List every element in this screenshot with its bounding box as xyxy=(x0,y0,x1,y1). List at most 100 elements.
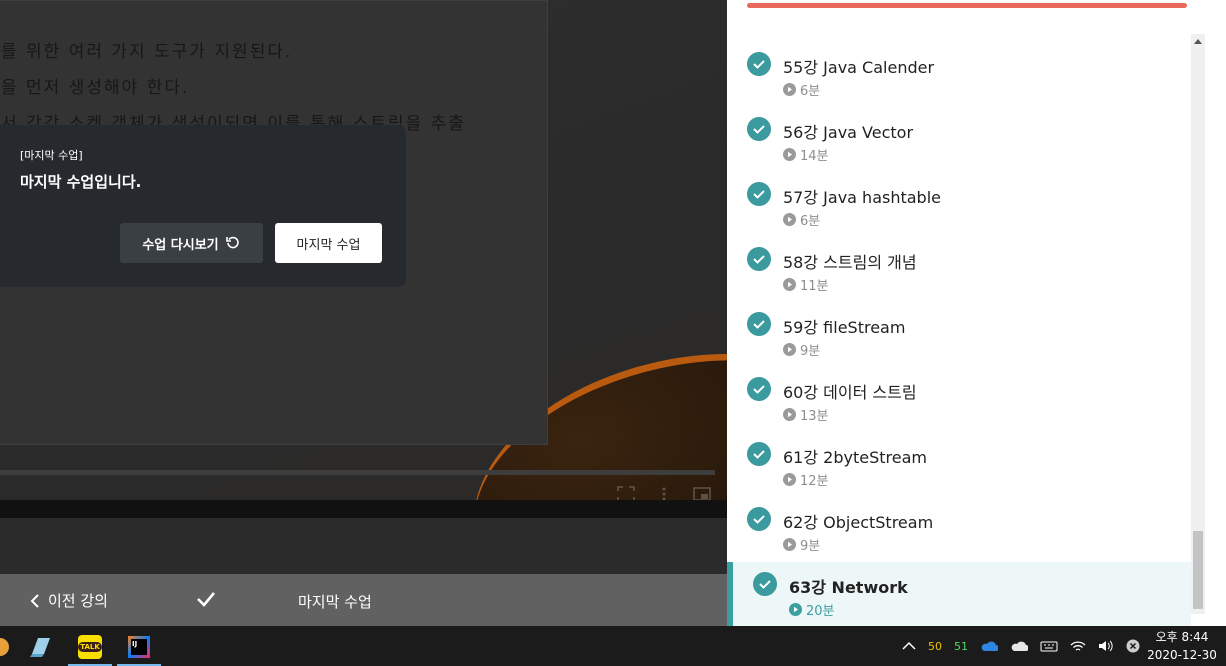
lesson-title: 59강 fileStream xyxy=(783,318,906,337)
duration-text: 11분 xyxy=(800,279,829,294)
lesson-title: 56강 Java Vector xyxy=(783,123,914,142)
lesson-complete-button[interactable] xyxy=(195,588,217,614)
system-tray: 50 51 xyxy=(896,626,1146,666)
play-circle-icon xyxy=(783,148,796,161)
completed-check-icon xyxy=(747,52,771,76)
kakaotalk-icon: TALK xyxy=(78,635,102,659)
play-circle-icon xyxy=(789,603,802,616)
taskbar-app-kakaotalk[interactable]: TALK xyxy=(68,628,112,666)
curriculum-scrollbar[interactable] xyxy=(1191,34,1205,614)
lesson-title: 62강 ObjectStream xyxy=(783,513,934,532)
tray-cpu-temp[interactable]: 50 xyxy=(928,640,942,653)
slide-text-line: 를 위한 여러 가지 도구가 지원된다. xyxy=(1,42,293,62)
player-bottom-bar xyxy=(0,500,727,518)
wifi-icon[interactable] xyxy=(1070,639,1086,653)
lesson-title: 63강 Network xyxy=(789,578,908,597)
lesson-duration: 14분 xyxy=(783,145,829,164)
kakaotalk-label: TALK xyxy=(78,642,102,652)
popup-title: 마지막 수업입니다. xyxy=(20,173,142,191)
completed-check-icon xyxy=(747,377,771,401)
lesson-duration: 9분 xyxy=(783,340,820,359)
lesson-duration: 6분 xyxy=(783,210,820,229)
taskbar-app-notepad[interactable] xyxy=(19,628,63,666)
popup-tag: [마지막 수업] xyxy=(20,149,83,162)
taskbar-app-intellij[interactable]: IJ xyxy=(117,628,161,666)
scrollbar-thumb[interactable] xyxy=(1193,531,1203,609)
previous-lesson-label: 이전 강의 xyxy=(48,592,108,610)
duration-text: 13분 xyxy=(800,409,829,424)
replay-icon xyxy=(225,236,239,249)
windows-taskbar: TALK IJ 50 51 오후 8:44 2020-12-30 xyxy=(0,626,1226,666)
course-progress-bar xyxy=(747,3,1187,8)
duration-text: 6분 xyxy=(800,84,821,99)
chevron-up-icon[interactable] xyxy=(902,641,916,651)
lesson-duration: 11분 xyxy=(783,275,829,294)
lesson-duration: 6분 xyxy=(783,80,820,99)
current-lesson-label: 마지막 수업 xyxy=(298,593,372,611)
lesson-title: 58강 스트림의 개념 xyxy=(783,253,917,272)
lesson-duration: 9분 xyxy=(783,535,820,554)
lesson-title: 55강 Java Calender xyxy=(783,58,935,77)
play-circle-icon xyxy=(783,278,796,291)
completed-check-icon xyxy=(747,507,771,531)
intellij-label: IJ xyxy=(132,640,138,648)
close-circle-icon[interactable] xyxy=(1126,639,1140,653)
lesson-item-active[interactable]: 63강 Network 20분 xyxy=(727,562,1191,626)
play-circle-icon xyxy=(783,473,796,486)
speaker-icon[interactable] xyxy=(1098,639,1114,653)
previous-lesson-button[interactable]: 이전 강의 xyxy=(30,590,108,611)
lesson-item[interactable]: 60강 데이터 스트림 13분 xyxy=(727,377,1191,442)
play-circle-icon xyxy=(783,343,796,356)
system-clock[interactable]: 오후 8:44 2020-12-30 xyxy=(1146,628,1218,664)
lesson-duration: 12분 xyxy=(783,470,829,489)
duration-text: 6분 xyxy=(800,214,821,229)
completed-check-icon xyxy=(747,117,771,141)
lesson-item[interactable]: 56강 Java Vector 14분 xyxy=(727,117,1191,182)
play-circle-icon xyxy=(783,83,796,96)
keyboard-icon[interactable] xyxy=(1040,639,1058,653)
lesson-duration: 13분 xyxy=(783,405,829,424)
play-circle-icon xyxy=(783,538,796,551)
last-lesson-button-label: 마지막 수업 xyxy=(296,237,361,253)
onedrive-icon[interactable] xyxy=(980,640,998,652)
video-progress-bar[interactable] xyxy=(0,470,715,475)
clock-time: 오후 8:44 xyxy=(1155,630,1209,644)
duration-text: 14분 xyxy=(800,149,829,164)
app-icon xyxy=(0,638,9,656)
chevron-left-icon xyxy=(30,593,39,608)
intellij-icon: IJ xyxy=(128,636,150,658)
lesson-title: 61강 2byteStream xyxy=(783,448,927,467)
completed-check-icon xyxy=(747,182,771,206)
lesson-navigation: 이전 강의 마지막 수업 xyxy=(0,574,727,626)
lesson-title: 60강 데이터 스트림 xyxy=(783,383,917,402)
completed-check-icon xyxy=(747,442,771,466)
play-circle-icon xyxy=(783,408,796,421)
completed-check-icon xyxy=(747,312,771,336)
replay-lesson-button[interactable]: 수업 다시보기 xyxy=(120,223,263,263)
video-player[interactable]: 를 위한 여러 가지 도구가 지원된다. 을 먼저 생성해야 한다. 서 각각 … xyxy=(0,0,727,518)
last-lesson-button[interactable]: 마지막 수업 xyxy=(275,223,382,263)
checkmark-icon xyxy=(197,592,215,607)
lesson-title: 57강 Java hashtable xyxy=(783,188,941,207)
scroll-up-arrow-icon[interactable] xyxy=(1191,34,1205,48)
lesson-item[interactable]: 59강 fileStream 9분 xyxy=(727,312,1191,377)
last-lesson-popup: [마지막 수업] 마지막 수업입니다. 수업 다시보기 마지막 수업 xyxy=(0,125,406,287)
lesson-item[interactable]: 58강 스트림의 개념 11분 xyxy=(727,247,1191,312)
notepad-icon xyxy=(30,638,50,657)
lesson-duration: 20분 xyxy=(789,600,835,619)
duration-text: 12분 xyxy=(800,474,829,489)
lesson-item[interactable]: 61강 2byteStream 12분 xyxy=(727,442,1191,507)
duration-text: 9분 xyxy=(800,539,821,554)
play-circle-icon xyxy=(783,213,796,226)
slide-text-line: 을 먼저 생성해야 한다. xyxy=(1,78,190,98)
curriculum-panel: 55강 Java Calender 6분 56강 Java Vector 14분… xyxy=(727,0,1226,626)
lesson-item[interactable]: 55강 Java Calender 6분 xyxy=(727,52,1191,117)
lesson-item[interactable]: 57강 Java hashtable 6분 xyxy=(727,182,1191,247)
duration-text: 9분 xyxy=(800,344,821,359)
tray-gpu-temp[interactable]: 51 xyxy=(954,640,968,653)
cloud-icon[interactable] xyxy=(1010,640,1028,652)
completed-check-icon xyxy=(747,247,771,271)
replay-button-label: 수업 다시보기 xyxy=(142,237,219,253)
clock-date: 2020-12-30 xyxy=(1147,648,1217,662)
duration-text: 20분 xyxy=(806,604,835,619)
